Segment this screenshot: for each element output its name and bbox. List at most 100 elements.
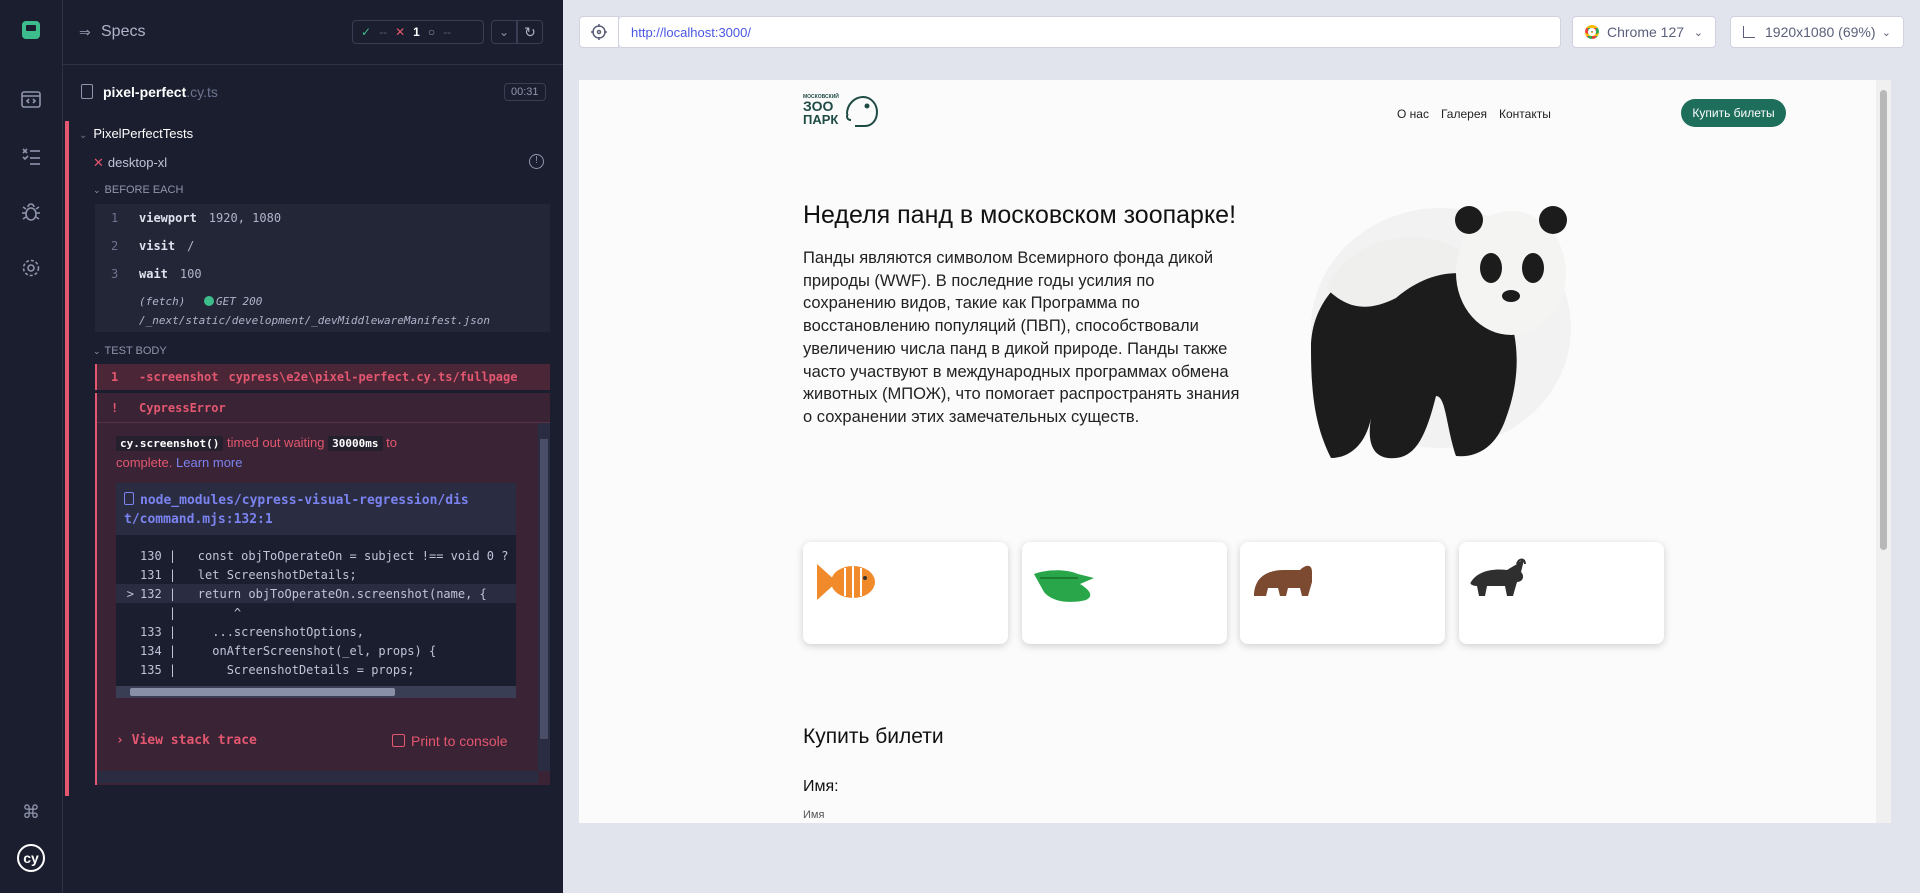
runs-nav-icon[interactable] (16, 141, 46, 171)
code-lines: 130 | const objToOperateOn = subject !==… (116, 546, 516, 679)
code-frame: node_modules/cypress-visual-regression/d… (116, 483, 516, 698)
view-stack-trace-button[interactable]: › View stack trace (116, 733, 257, 748)
zoo-logo[interactable]: МОСКОВСКИЙ ЗОО ПАРК (803, 94, 885, 130)
print-to-console-button[interactable]: Print to console (392, 733, 508, 749)
fetch-row[interactable]: (fetch) GET 200/_next/static/development… (139, 292, 490, 330)
pending-icon: ○ (427, 25, 436, 39)
code-horizontal-scrollbar[interactable] (116, 686, 516, 698)
command-row[interactable]: 2 visit / (95, 232, 194, 260)
code-line: 131 | let ScreenshotDetails; (140, 567, 357, 582)
passed-count: -- (379, 25, 388, 39)
nav-link-contacts[interactable]: Контакты (1499, 107, 1551, 121)
app-under-test-panel: http://localhost:3000/ Chrome 127 ⌄ 1920x… (563, 0, 1920, 893)
animal-card-fish[interactable] (803, 542, 1008, 644)
selector-playground-button[interactable] (579, 16, 619, 48)
failing-command-row[interactable]: 1 -screenshot cypress\e2e\pixel-perfect.cy… (95, 364, 550, 390)
site-nav: О нас Галерея Контакты (1397, 107, 1551, 121)
code-line: 133 | ...screenshotOptions, (140, 624, 364, 639)
logo-text-park: ПАРК (803, 112, 839, 127)
name-field-placeholder[interactable]: Имя (803, 809, 824, 821)
nav-link-about[interactable]: О нас (1397, 107, 1429, 121)
reporter-header: ⇒ Specs ✓ -- ✕ 1 ○ -- ⌄ ↻ (63, 0, 563, 65)
cypress-app-icon[interactable] (16, 15, 46, 45)
svg-text:cy: cy (23, 850, 39, 866)
error-header: ! CypressError (97, 393, 550, 423)
buy-tickets-button[interactable]: Купить билеты (1681, 99, 1786, 127)
passed-icon: ✓ (361, 25, 372, 39)
elephant-logo-icon (846, 95, 879, 127)
spec-name: pixel-perfect.cy.ts (103, 84, 218, 100)
hero-title: Неделя панд в московском зоопарке! (803, 201, 1237, 229)
logo-text-zoo: ЗОО (803, 98, 834, 114)
url-bar[interactable]: http://localhost:3000/ (618, 16, 1561, 48)
error-vertical-scrollbar[interactable] (538, 423, 550, 771)
failed-suite-bar (65, 121, 69, 796)
panda-image (1311, 206, 1571, 459)
nav-link-gallery[interactable]: Галерея (1441, 107, 1487, 121)
page-vertical-scrollbar[interactable] (1876, 80, 1891, 823)
keyboard-shortcuts-icon[interactable]: ⌘ (16, 797, 46, 827)
console-icon (392, 734, 405, 747)
debug-nav-icon[interactable] (16, 197, 46, 227)
test-stats: ✓ -- ✕ 1 ○ -- (352, 20, 484, 44)
code-line: | ^ (140, 605, 242, 620)
chevron-down-icon: ⌄ (1881, 26, 1891, 39)
command-row[interactable]: 3 wait 100 (95, 260, 202, 288)
tickets-title: Купить билети (803, 725, 944, 748)
command-log: 1 viewport 1920, 1080 2 visit/ 3 wait 100 (fe… (95, 204, 550, 332)
suite-title[interactable]: ⌄ PixelPerfectTests (79, 126, 193, 141)
scrollbar-thumb[interactable] (130, 688, 395, 696)
code-line-highlighted: >132 | return objToOperateOn.screenshot(… (116, 584, 516, 603)
command-row[interactable]: 1 viewport 1920, 1080 (95, 204, 281, 232)
website-viewport: МОСКОВСКИЙ ЗОО ПАРК О нас Галерея Контак… (579, 80, 1891, 823)
failed-icon: ✕ (395, 25, 406, 39)
crocodile-icon (1034, 570, 1094, 602)
chevron-down-icon: ⌄ (1693, 26, 1703, 39)
animal-card-bear[interactable] (1240, 542, 1445, 644)
status-dot (203, 296, 214, 306)
code-line: 135 | ScreenshotDetails = props; (140, 662, 415, 677)
animal-card-crocodile[interactable] (1022, 542, 1227, 644)
dropdown-button[interactable]: ⌄ (491, 20, 517, 44)
url-text[interactable]: http://localhost:3000/ (631, 25, 751, 40)
chevron-down-icon: ⌄ (93, 346, 101, 356)
viewport-icon (1743, 26, 1755, 38)
file-icon (81, 84, 93, 99)
app-navigation: ⌘ cy (0, 0, 63, 893)
viewport-selector[interactable]: 1920x1080 (69%) ⌄ (1730, 16, 1904, 48)
crosshair-icon (591, 24, 607, 40)
specs-label[interactable]: Specs (101, 23, 145, 41)
name-label: Имя: (803, 778, 839, 795)
failed-icon: ✕ (93, 155, 104, 170)
pending-count: -- (443, 25, 452, 39)
learn-more-link[interactable]: Learn more (176, 455, 242, 470)
info-icon[interactable]: ! (529, 154, 544, 169)
rerun-button[interactable]: ↻ (517, 20, 543, 44)
spec-header: pixel-perfect.cy.ts 00:31 (63, 65, 563, 121)
chrome-icon (1585, 25, 1599, 39)
specs-list-icon[interactable]: ⇒ (79, 24, 91, 41)
code-line: 134 | onAfterScreenshot(_el, props) { (140, 643, 437, 658)
error-message: cy.screenshot() timed out waiting 30000m… (116, 435, 397, 470)
code-frame-file[interactable]: node_modules/cypress-visual-regression/d… (116, 483, 516, 535)
chevron-down-icon: ⌄ (79, 130, 88, 141)
bear-icon (1254, 565, 1312, 596)
scrollbar-thumb[interactable] (540, 439, 548, 739)
fish-icon (817, 564, 875, 600)
before-each-label[interactable]: ⌄ BEFORE EACH (93, 184, 183, 196)
test-body-label[interactable]: ⌄ TEST BODY (93, 345, 167, 357)
error-horizontal-scrollbar[interactable] (97, 771, 538, 783)
settings-gear-icon[interactable] (16, 253, 46, 283)
code-line: 130 | const objToOperateOn = subject !==… (140, 548, 516, 563)
failed-count: 1 (413, 25, 420, 39)
test-title[interactable]: ✕ desktop-xl (93, 155, 167, 171)
cypress-logo-icon[interactable]: cy (16, 843, 46, 873)
browser-selector[interactable]: Chrome 127 ⌄ (1572, 16, 1716, 48)
reporter-panel: ⇒ Specs ✓ -- ✕ 1 ○ -- ⌄ ↻ pixel-perfect.cy.… (63, 0, 563, 893)
file-icon (124, 492, 134, 505)
chevron-down-icon: ⌄ (498, 25, 510, 39)
chevron-down-icon: ⌄ (93, 185, 101, 195)
specs-nav-icon[interactable] (16, 85, 46, 115)
scrollbar-thumb[interactable] (1880, 90, 1887, 550)
animal-card-bull[interactable] (1459, 542, 1664, 644)
